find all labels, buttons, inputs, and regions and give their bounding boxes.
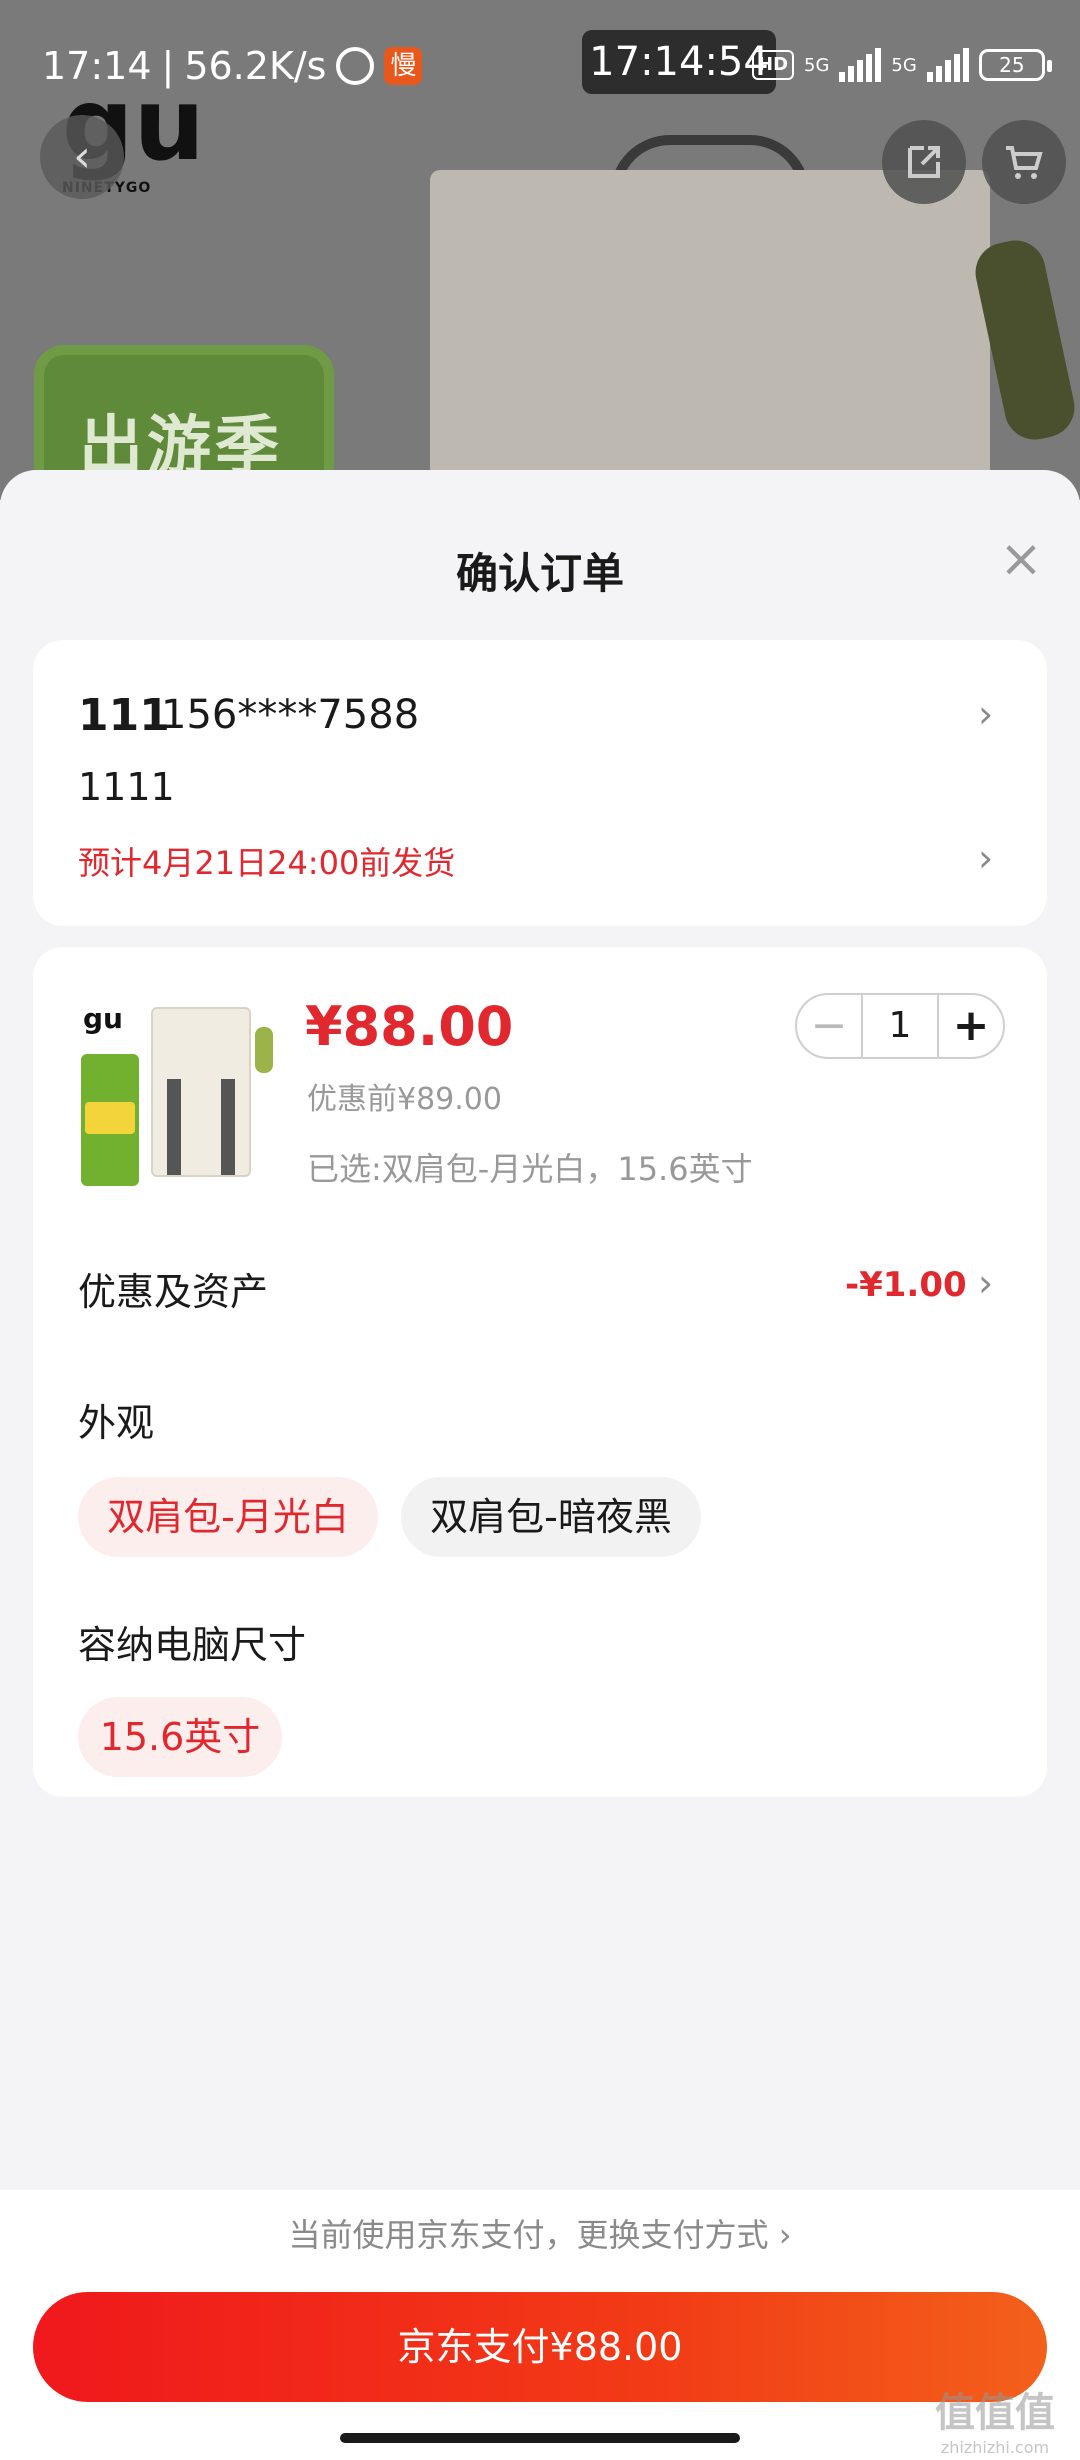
payment-bar: 当前使用京东支付，更换支付方式 › 京东支付¥88.00 bbox=[0, 2190, 1080, 2460]
product-thumb-strap bbox=[255, 1027, 273, 1073]
option-moonlight-white[interactable]: 双肩包-月光白 bbox=[78, 1477, 378, 1557]
address-card[interactable]: 111 156****7588 › 1111 预计4月21日24:00前发货 › bbox=[33, 640, 1047, 926]
quantity-input[interactable]: 1 bbox=[861, 995, 939, 1057]
pay-button[interactable]: 京东支付¥88.00 bbox=[33, 2292, 1047, 2402]
hd-icon: HD bbox=[752, 50, 795, 80]
network-speed: 56.2K/s bbox=[184, 44, 327, 88]
shipping-eta[interactable]: 预计4月21日24:00前发货 bbox=[78, 838, 455, 884]
laptop-size-label: 容纳电脑尺寸 bbox=[78, 1623, 307, 1667]
share-button[interactable] bbox=[882, 120, 966, 204]
slow-badge: 慢 bbox=[384, 47, 423, 85]
share-icon bbox=[908, 146, 940, 178]
chevron-right-icon: › bbox=[778, 2216, 792, 2254]
option-15-6-inch[interactable]: 15.6英寸 bbox=[78, 1697, 282, 1777]
option-night-black[interactable]: 双肩包-暗夜黑 bbox=[401, 1477, 701, 1557]
selected-spec: 已选:双肩包-月光白，15.6英寸 bbox=[307, 1150, 753, 1188]
sheet-title: 确认订单 bbox=[455, 549, 624, 598]
appearance-label: 外观 bbox=[78, 1401, 155, 1445]
home-indicator[interactable] bbox=[340, 2433, 740, 2443]
status-time: 17:14 bbox=[42, 44, 152, 88]
center-time: 17:14:54 bbox=[582, 30, 776, 94]
recipient-phone: 156****7588 bbox=[161, 692, 420, 738]
address-detail: 1111 bbox=[78, 765, 175, 809]
recipient-name: 111 bbox=[78, 690, 170, 741]
signal-icon-2 bbox=[926, 48, 969, 82]
chevron-right-icon: › bbox=[978, 692, 994, 736]
change-payment-link[interactable]: 当前使用京东支付，更换支付方式 › bbox=[0, 2210, 1080, 2256]
bag-image bbox=[430, 170, 990, 500]
alarm-icon bbox=[336, 47, 375, 85]
battery-icon: 25 bbox=[978, 49, 1052, 81]
signal-icon bbox=[839, 48, 882, 82]
status-bar: 17:14 | 56.2K/s 慢 17:14:54 HD 5G 5G 25 bbox=[0, 0, 1080, 120]
product-thumbnail bbox=[151, 1007, 251, 1177]
product-card: gu ¥88.00 优惠前¥89.00 已选:双肩包-月光白，15.6英寸 − … bbox=[33, 947, 1047, 1797]
chevron-right-icon: › bbox=[978, 1261, 994, 1305]
watermark: 值值值 zhizhizhi.com bbox=[935, 2390, 1055, 2457]
original-price: 优惠前¥89.00 bbox=[307, 1082, 502, 1117]
discounts-label[interactable]: 优惠及资产 bbox=[78, 1261, 268, 1316]
product-thumb-logo: gu bbox=[83, 1002, 123, 1035]
increase-button[interactable]: + bbox=[939, 995, 1003, 1057]
discounts-value[interactable]: -¥1.00 bbox=[845, 1265, 967, 1305]
decrease-button[interactable]: − bbox=[797, 995, 861, 1057]
chevron-right-icon: › bbox=[978, 836, 994, 880]
quantity-stepper: − 1 + bbox=[795, 993, 1005, 1059]
network-type-2: 5G bbox=[891, 54, 917, 76]
network-type-1: 5G bbox=[804, 54, 830, 76]
product-thumb-badge bbox=[81, 1054, 139, 1186]
cart-button[interactable] bbox=[982, 120, 1066, 204]
product-price: ¥88.00 bbox=[305, 995, 514, 1058]
cart-icon bbox=[1006, 146, 1043, 179]
back-button[interactable]: ‹ bbox=[40, 115, 124, 199]
order-confirm-sheet: 确认订单 × 111 156****7588 › 1111 预计4月21日24:… bbox=[0, 470, 1080, 2460]
close-icon[interactable]: × bbox=[998, 533, 1044, 585]
